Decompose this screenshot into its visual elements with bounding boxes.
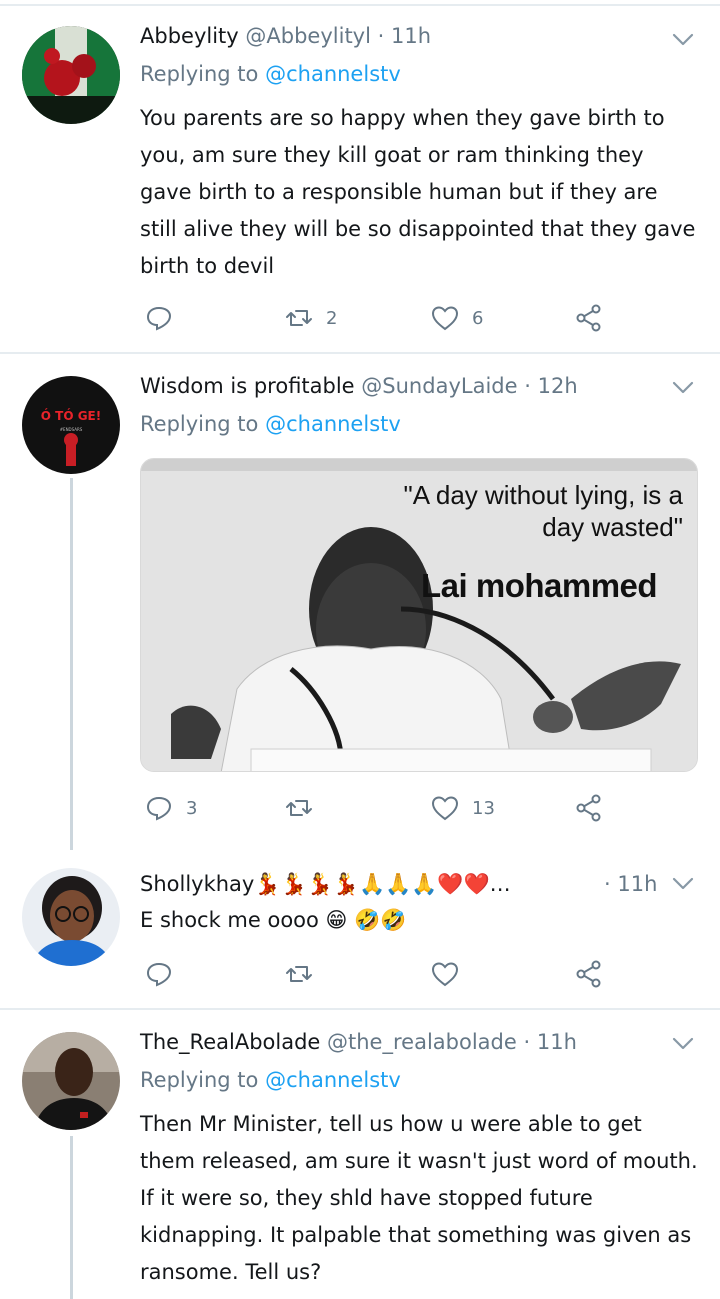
tweet-header: The_RealAbolade @the_realabolade · 11h xyxy=(140,1030,577,1054)
thread-line xyxy=(70,1136,73,1299)
avatar[interactable] xyxy=(22,1032,120,1130)
like-button[interactable] xyxy=(430,956,460,992)
display-name[interactable]: Wisdom is profitable xyxy=(140,374,355,398)
chevron-down-icon[interactable] xyxy=(670,374,696,400)
timestamp[interactable]: 12h xyxy=(538,374,578,398)
like-icon xyxy=(431,306,459,331)
user-handle[interactable]: @the_realabolade xyxy=(327,1030,517,1054)
replying-to: Replying to @channelstv xyxy=(140,62,401,86)
reply-icon xyxy=(146,306,172,331)
tweet-text: You parents are so happy when they gave … xyxy=(140,106,696,278)
mention-link[interactable]: @channelstv xyxy=(265,412,401,436)
share-icon xyxy=(576,304,601,332)
separator-dot: · xyxy=(524,374,531,398)
image-quote: "A day without lying, is a day wasted" xyxy=(403,480,684,542)
retweet-icon xyxy=(286,310,312,326)
like-count: 6 xyxy=(472,307,484,329)
display-name[interactable]: Shollykhay💃💃💃💃🙏🙏🙏❤️❤️… xyxy=(140,872,511,896)
separator-dot: · xyxy=(377,24,385,48)
replying-label: Replying to xyxy=(140,62,259,86)
tweet-shollykhay[interactable]: Shollykhay💃💃💃💃🙏🙏🙏❤️❤️… · 11h E shock me … xyxy=(0,854,720,1008)
like-button[interactable]: 6 xyxy=(430,300,483,336)
chevron-down-icon[interactable] xyxy=(670,1030,696,1056)
timestamp[interactable]: 11h xyxy=(391,24,431,48)
separator-dot: · xyxy=(604,872,611,896)
tweet-realabolade[interactable]: The_RealAbolade @the_realabolade · 11h R… xyxy=(0,1010,720,1299)
image-caption: Lai mohammed xyxy=(421,567,658,604)
share-icon xyxy=(576,794,601,822)
share-button[interactable] xyxy=(574,790,604,826)
replying-to: Replying to @channelstv xyxy=(140,1068,401,1092)
retweet-icon xyxy=(286,800,312,816)
reply-button[interactable]: 3 xyxy=(144,790,197,826)
chevron-down-icon[interactable] xyxy=(670,26,696,52)
share-icon xyxy=(576,960,601,988)
avatar[interactable] xyxy=(22,868,120,966)
action-bar xyxy=(140,956,610,992)
timestamp[interactable]: 11h xyxy=(537,1030,577,1054)
tweet-header: Shollykhay💃💃💃💃🙏🙏🙏❤️❤️… xyxy=(140,872,511,897)
retweet-icon xyxy=(286,966,312,982)
tweet-abbeylity[interactable]: Abbeylity @Abbeylityl · 11h Replying to … xyxy=(0,0,720,352)
tweet-text: Then Mr Minister, tell us how u were abl… xyxy=(140,1112,698,1284)
like-icon xyxy=(431,962,459,987)
retweet-button[interactable] xyxy=(284,956,314,992)
reply-button[interactable] xyxy=(144,300,174,336)
action-bar: 2 6 xyxy=(140,300,610,336)
share-button[interactable] xyxy=(574,300,604,336)
retweet-button[interactable] xyxy=(284,790,314,826)
user-handle[interactable]: @SundayLaide xyxy=(361,374,517,398)
reply-count: 3 xyxy=(186,797,198,819)
user-handle[interactable]: @Abbeylityl xyxy=(245,24,371,48)
retweet-count: 2 xyxy=(326,307,338,329)
mention-link[interactable]: @channelstv xyxy=(265,62,401,86)
chevron-down-icon[interactable] xyxy=(670,870,696,896)
thread-line xyxy=(70,478,73,850)
timestamp[interactable]: 11h xyxy=(617,872,657,896)
tweet-image[interactable]: "A day without lying, is a day wasted" L… xyxy=(140,458,698,772)
action-bar: 3 13 xyxy=(140,790,610,826)
display-name[interactable]: The_RealAbolade xyxy=(140,1030,320,1054)
reply-button[interactable] xyxy=(144,956,174,992)
time-group: · 11h xyxy=(604,872,657,896)
like-button[interactable]: 13 xyxy=(430,790,495,826)
avatar[interactable] xyxy=(22,26,120,124)
tweet-text: E shock me oooo 😁 🤣🤣 xyxy=(140,908,407,932)
replying-label: Replying to xyxy=(140,1068,259,1092)
display-name[interactable]: Abbeylity xyxy=(140,24,239,48)
replying-to: Replying to @channelstv xyxy=(140,412,401,436)
avatar[interactable]: Ó TÓ GE! #ENDSARS xyxy=(22,376,120,474)
tweet-header: Wisdom is profitable @SundayLaide · 12h xyxy=(140,374,578,398)
separator-dot: · xyxy=(523,1030,531,1054)
reply-icon xyxy=(146,962,172,987)
share-button[interactable] xyxy=(574,956,604,992)
avatar-subtext: #ENDSARS xyxy=(60,427,83,432)
like-count: 13 xyxy=(472,797,495,819)
replying-label: Replying to xyxy=(140,412,259,436)
tweet-wisdom[interactable]: Ó TÓ GE! #ENDSARS Wisdom is profitable @… xyxy=(0,354,720,854)
avatar-text: Ó TÓ GE! xyxy=(41,408,101,423)
mention-link[interactable]: @channelstv xyxy=(265,1068,401,1092)
like-icon xyxy=(431,796,459,821)
retweet-button[interactable]: 2 xyxy=(284,300,337,336)
tweet-header: Abbeylity @Abbeylityl · 11h xyxy=(140,24,431,48)
reply-icon xyxy=(146,796,172,821)
